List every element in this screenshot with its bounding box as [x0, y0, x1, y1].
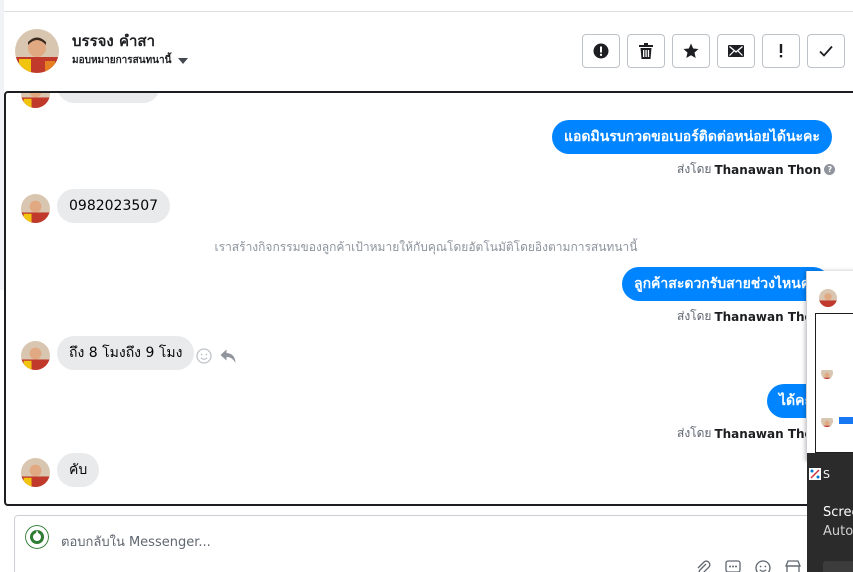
message-bubble-outgoing[interactable]: ลูกค้าสะดวกรับสายช่วงไหนคะ [622, 267, 830, 301]
attachment-icon[interactable] [695, 560, 711, 572]
message-actions [196, 348, 236, 364]
system-activity-note: เราสร้างกิจกรรมของลูกค้าเป้าหมายให้กับคุ… [214, 240, 638, 254]
message-bubble-incoming[interactable]: ถึง 8 โมงถึง 9 โมง [57, 336, 195, 370]
notification-app-name: S [823, 468, 830, 481]
notification-title: Scree [823, 505, 853, 520]
mark-done-button[interactable] [807, 34, 845, 68]
snipping-tool-notification[interactable]: S Scree Auto [807, 453, 853, 572]
snipping-tool-icon [809, 468, 821, 480]
notification-action-button[interactable] [823, 561, 853, 572]
reply-icon[interactable] [220, 349, 236, 364]
mini-thread-frame [815, 313, 853, 453]
message-bubble-incoming[interactable]: 0982023507 [57, 189, 171, 223]
star-icon [683, 43, 699, 58]
sent-by-name: Thanawan Thon [714, 162, 822, 177]
message-bubble-incoming[interactable]: 12,000 บาท [57, 93, 161, 103]
emoji-icon[interactable] [755, 560, 771, 572]
mini-avatar [821, 367, 833, 379]
page-logo [25, 525, 49, 549]
contact-name[interactable]: บรรจง คำสา [72, 29, 155, 53]
mark-spam-button[interactable] [582, 34, 620, 68]
sent-by-label: ส่งโดย Thanawan Thon ? [677, 160, 836, 179]
checkmark-icon [819, 45, 833, 57]
mini-avatar [819, 289, 837, 307]
sent-by-prefix: ส่งโดย [677, 426, 712, 440]
react-emoji-icon[interactable] [196, 348, 212, 364]
help-icon[interactable]: ? [824, 164, 836, 175]
saved-replies-icon[interactable] [725, 560, 741, 572]
caret-down-icon [178, 57, 189, 64]
sent-by-label: ส่งโดย Thanawan Thon [677, 307, 821, 326]
message-thread[interactable]: 12,000 บาท แอดมินรบกวดขอเบอร์ติดต่อหน่อย… [4, 91, 853, 506]
top-divider [0, 11, 853, 12]
mini-avatar [821, 415, 833, 427]
trash-icon [639, 43, 653, 59]
message-bubble-outgoing[interactable]: แอดมินรบกวดขอเบอร์ติดต่อหน่อยได้นะคะ [552, 120, 832, 154]
contact-avatar[interactable] [15, 29, 59, 73]
envelope-icon [728, 45, 744, 57]
shop-icon[interactable] [785, 560, 801, 572]
message-bubble-incoming[interactable]: คับ [57, 453, 100, 487]
mini-highlight [839, 417, 853, 424]
composer-tools [695, 560, 801, 572]
contact-avatar-small [21, 341, 50, 370]
mark-unread-button[interactable] [717, 34, 755, 68]
assign-label: มอบหมายการสนทนานี้ [72, 55, 172, 66]
delete-button[interactable] [627, 34, 665, 68]
follow-up-button[interactable] [762, 34, 800, 68]
alert-circle-icon [593, 43, 609, 59]
sent-by-prefix: ส่งโดย [677, 162, 712, 176]
screenshot-thumbnail[interactable] [806, 271, 853, 461]
notification-body: Auto [823, 524, 853, 539]
assign-conversation-dropdown[interactable]: มอบหมายการสนทนานี้ [72, 53, 189, 68]
conversation-toolbar [582, 34, 845, 68]
contact-avatar-small [21, 458, 50, 487]
sent-by-label: ส่งโดย Thanawan Thon [677, 424, 821, 443]
sent-by-prefix: ส่งโดย [677, 309, 712, 323]
contact-avatar-small [21, 194, 50, 223]
star-button[interactable] [672, 34, 710, 68]
reply-composer[interactable]: ตอบกลับใน Messenger... [14, 515, 844, 572]
reply-input[interactable]: ตอบกลับใน Messenger... [61, 531, 211, 552]
inbox-conversation-view: บรรจง คำสา มอบหมายการสนทนานี้ 12,000 บาท [0, 0, 853, 572]
contact-avatar-small [21, 93, 50, 108]
exclamation-icon [779, 44, 783, 58]
